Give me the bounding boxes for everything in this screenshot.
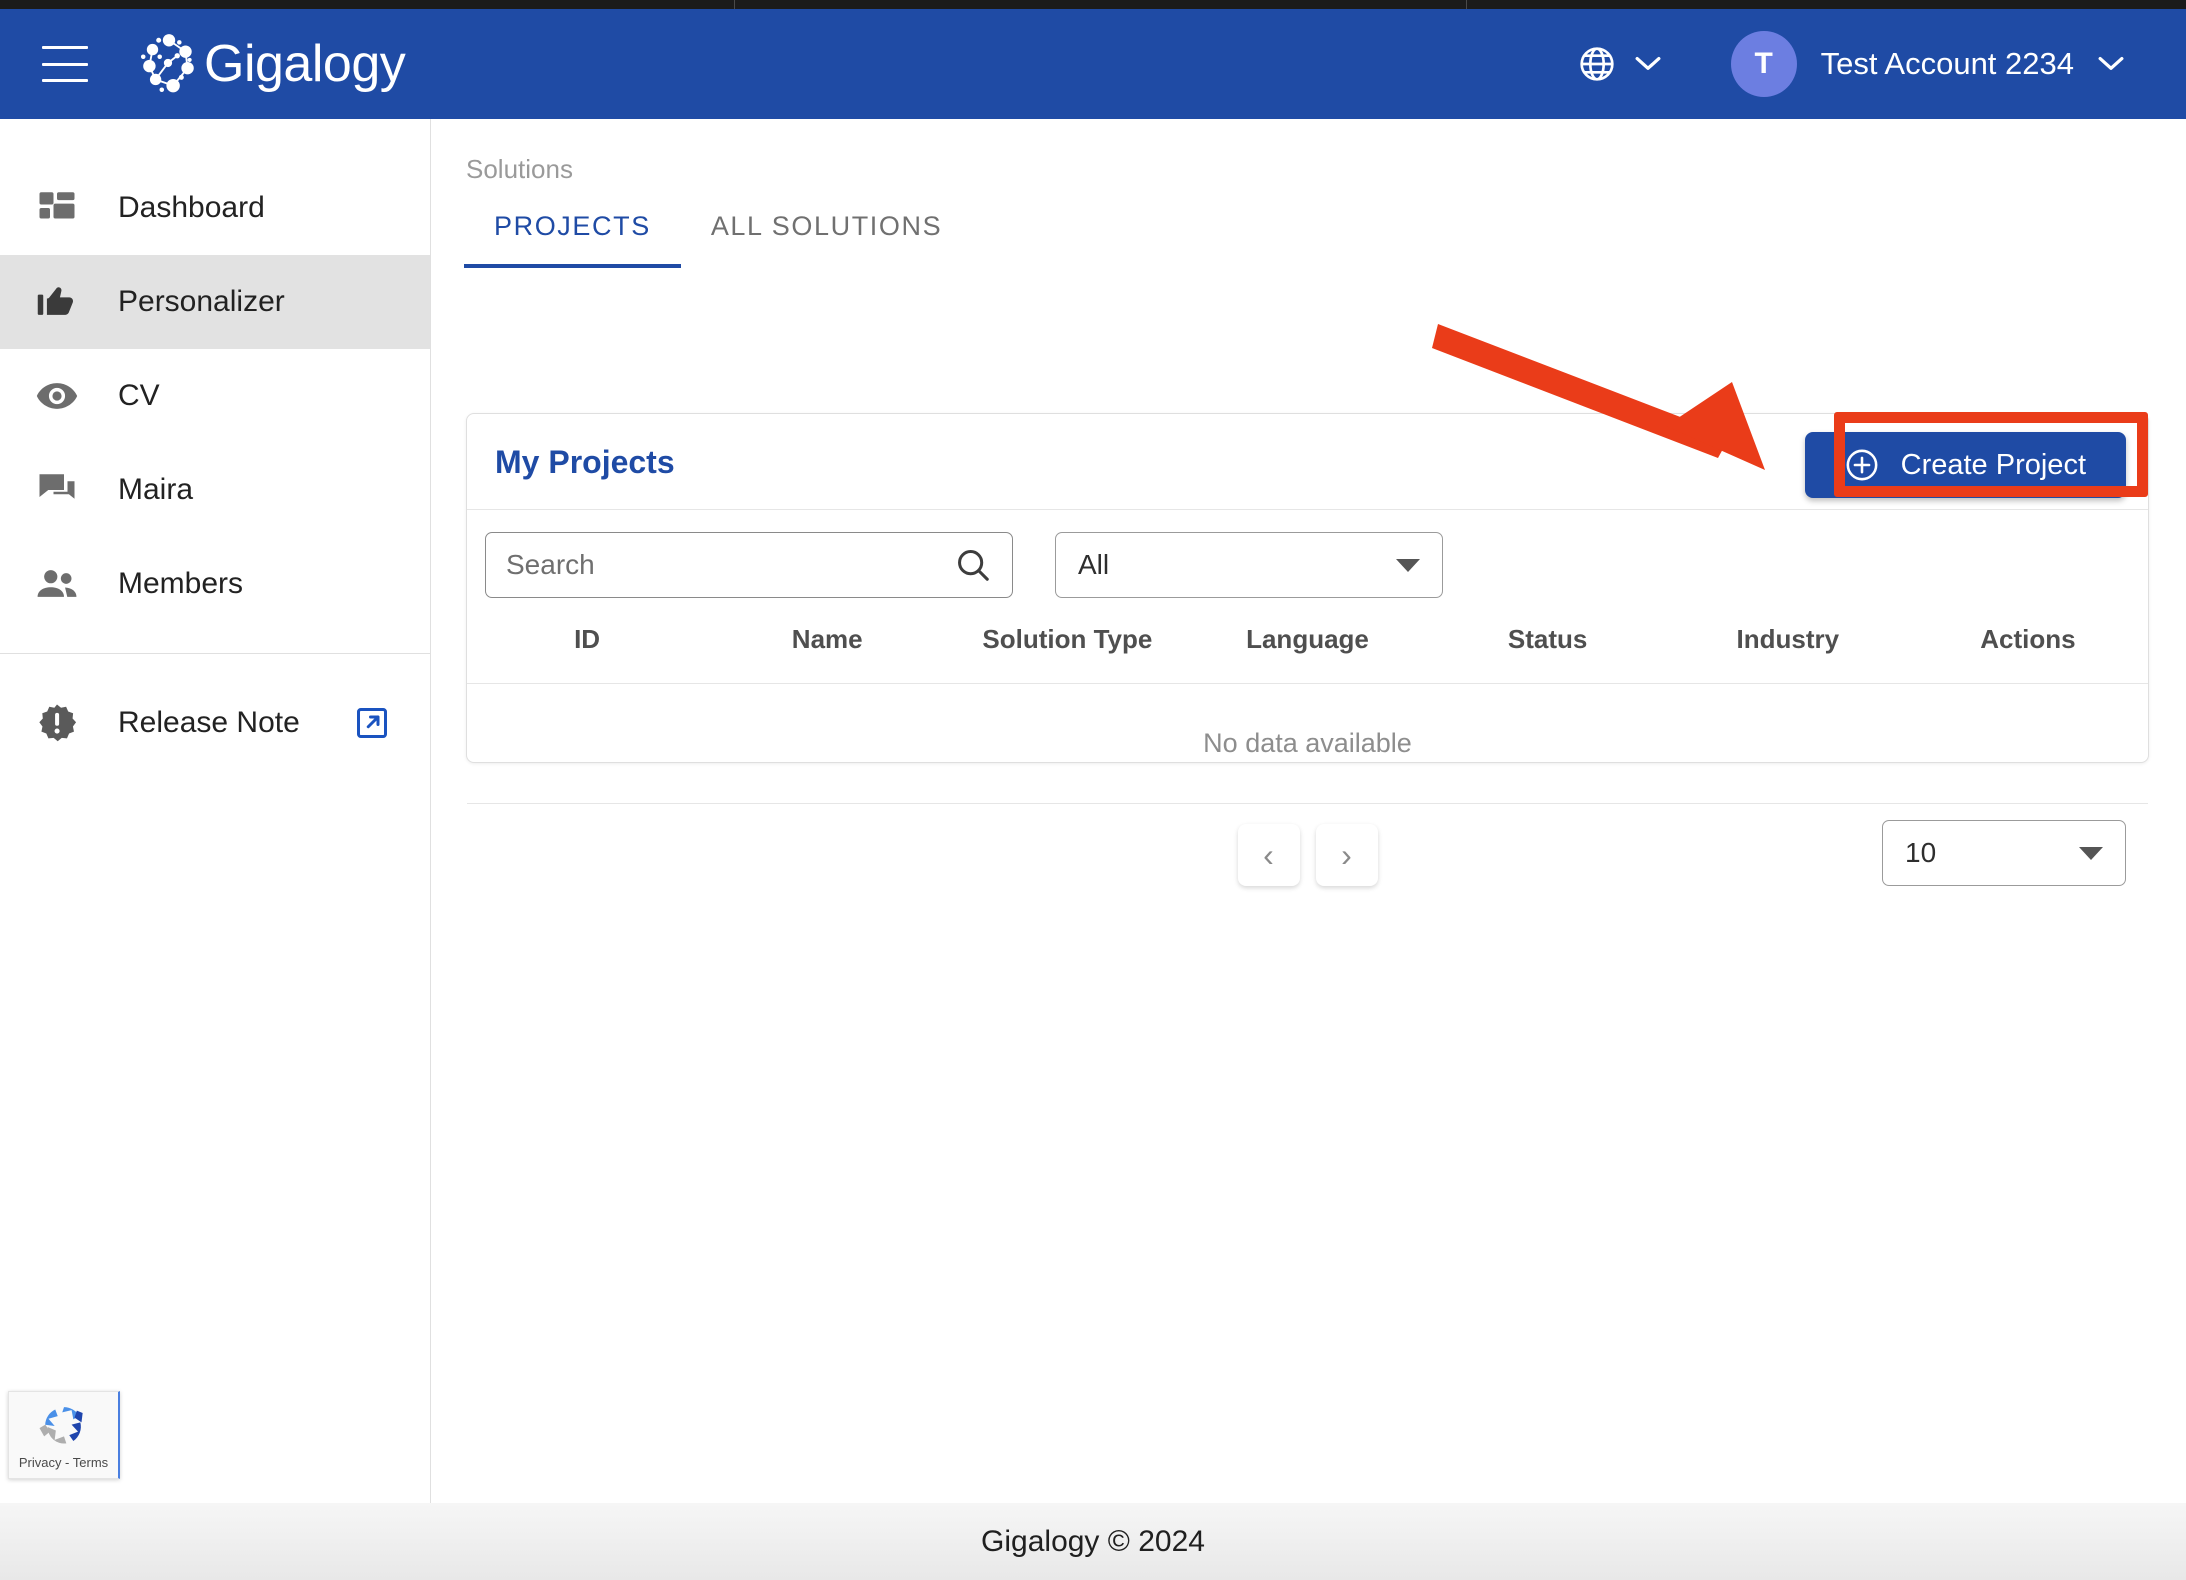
column-header-actions: Actions [1908, 618, 2148, 684]
card-header: My Projects Create Project [467, 414, 2148, 510]
table-empty-row: No data available [467, 684, 2148, 804]
dropdown-caret-icon [1396, 559, 1420, 572]
page-footer: Gigalogy © 2024 [0, 1503, 2186, 1580]
sidebar-item-label: Release Note [118, 706, 300, 740]
column-header-solution-type: Solution Type [947, 618, 1187, 684]
language-selector[interactable] [1577, 44, 1661, 84]
dropdown-caret-icon [2079, 847, 2103, 860]
sidebar-item-label: Dashboard [118, 191, 265, 225]
search-button[interactable] [934, 546, 1012, 584]
empty-state-message: No data available [467, 684, 2148, 804]
sidebar-item-personalizer[interactable]: Personalizer [0, 255, 430, 349]
previous-page-button[interactable]: ‹ [1238, 824, 1300, 886]
sidebar-item-label: Personalizer [118, 285, 285, 319]
column-header-name: Name [707, 618, 947, 684]
rows-per-page-select[interactable]: 10 [1882, 820, 2126, 886]
chat-bubbles-icon [24, 469, 90, 511]
recaptcha-icon [36, 1401, 92, 1453]
sidebar-item-release-note[interactable]: Release Note [0, 676, 430, 770]
create-project-button[interactable]: Create Project [1805, 432, 2126, 498]
solution-filter-select[interactable]: All [1055, 532, 1443, 598]
hamburger-menu-icon[interactable] [42, 46, 88, 82]
people-icon [24, 562, 90, 606]
brand-logo[interactable]: Gigalogy [136, 31, 405, 97]
column-header-industry: Industry [1668, 618, 1908, 684]
sidebar-item-label: CV [118, 379, 160, 413]
app-header: Gigalogy T Test Account 2234 [0, 9, 2186, 119]
tab-projects[interactable]: PROJECTS [464, 211, 681, 268]
sidebar: Dashboard Personalizer CV [0, 119, 431, 1503]
account-name: Test Account 2234 [1821, 46, 2074, 82]
tab-bar: PROJECTS ALL SOLUTIONS [464, 211, 972, 268]
breadcrumb: Solutions [466, 154, 573, 185]
sidebar-item-cv[interactable]: CV [0, 349, 430, 443]
column-header-language: Language [1187, 618, 1427, 684]
dashboard-grid-icon [24, 187, 90, 229]
brand-name: Gigalogy [204, 38, 405, 90]
table-header-row: ID Name Solution Type Language Status In… [467, 618, 2148, 684]
create-project-label: Create Project [1901, 449, 2086, 482]
search-icon [954, 546, 992, 584]
avatar: T [1731, 31, 1797, 97]
search-box[interactable] [485, 532, 1013, 598]
header-right-cluster: T Test Account 2234 [1577, 31, 2186, 97]
column-header-id: ID [467, 618, 707, 684]
pagination-bar: ‹ › 10 [467, 804, 2148, 916]
browser-chrome-strip [0, 0, 2186, 9]
app-root: Gigalogy T Test Account 2234 [0, 0, 2186, 1580]
projects-table: ID Name Solution Type Language Status In… [467, 618, 2148, 804]
chevron-down-icon [1635, 56, 1661, 72]
main-content: Solutions PROJECTS ALL SOLUTIONS My Proj… [432, 119, 2186, 1503]
search-input[interactable] [486, 549, 934, 581]
exclamation-badge-icon [24, 702, 90, 744]
chevron-down-icon [2098, 56, 2124, 72]
recaptcha-label: Privacy - Terms [19, 1455, 108, 1470]
sidebar-item-maira[interactable]: Maira [0, 443, 430, 537]
rows-per-page-value: 10 [1905, 837, 1936, 869]
my-projects-card: My Projects Create Project [466, 413, 2149, 763]
sidebar-item-label: Maira [118, 473, 193, 507]
tab-all-solutions[interactable]: ALL SOLUTIONS [681, 211, 972, 268]
thumbs-up-icon [24, 280, 90, 324]
gigalogy-network-logo-icon [136, 31, 202, 97]
sidebar-item-dashboard[interactable]: Dashboard [0, 161, 430, 255]
plus-circle-icon [1845, 448, 1879, 482]
solution-filter-value: All [1078, 549, 1109, 581]
column-header-status: Status [1428, 618, 1668, 684]
open-in-new-icon[interactable] [354, 705, 390, 741]
page-title: My Projects [495, 444, 675, 481]
footer-copyright: Gigalogy © 2024 [981, 1525, 1205, 1559]
sidebar-item-members[interactable]: Members [0, 537, 430, 631]
sidebar-divider [0, 653, 430, 654]
card-toolbar: All [467, 510, 2148, 618]
sidebar-item-label: Members [118, 567, 243, 601]
recaptcha-badge[interactable]: Privacy - Terms [8, 1391, 120, 1479]
eye-icon [24, 374, 90, 418]
pagination-buttons: ‹ › [1238, 824, 1378, 886]
next-page-button[interactable]: › [1316, 824, 1378, 886]
account-menu[interactable]: T Test Account 2234 [1731, 31, 2124, 97]
globe-icon [1577, 44, 1617, 84]
